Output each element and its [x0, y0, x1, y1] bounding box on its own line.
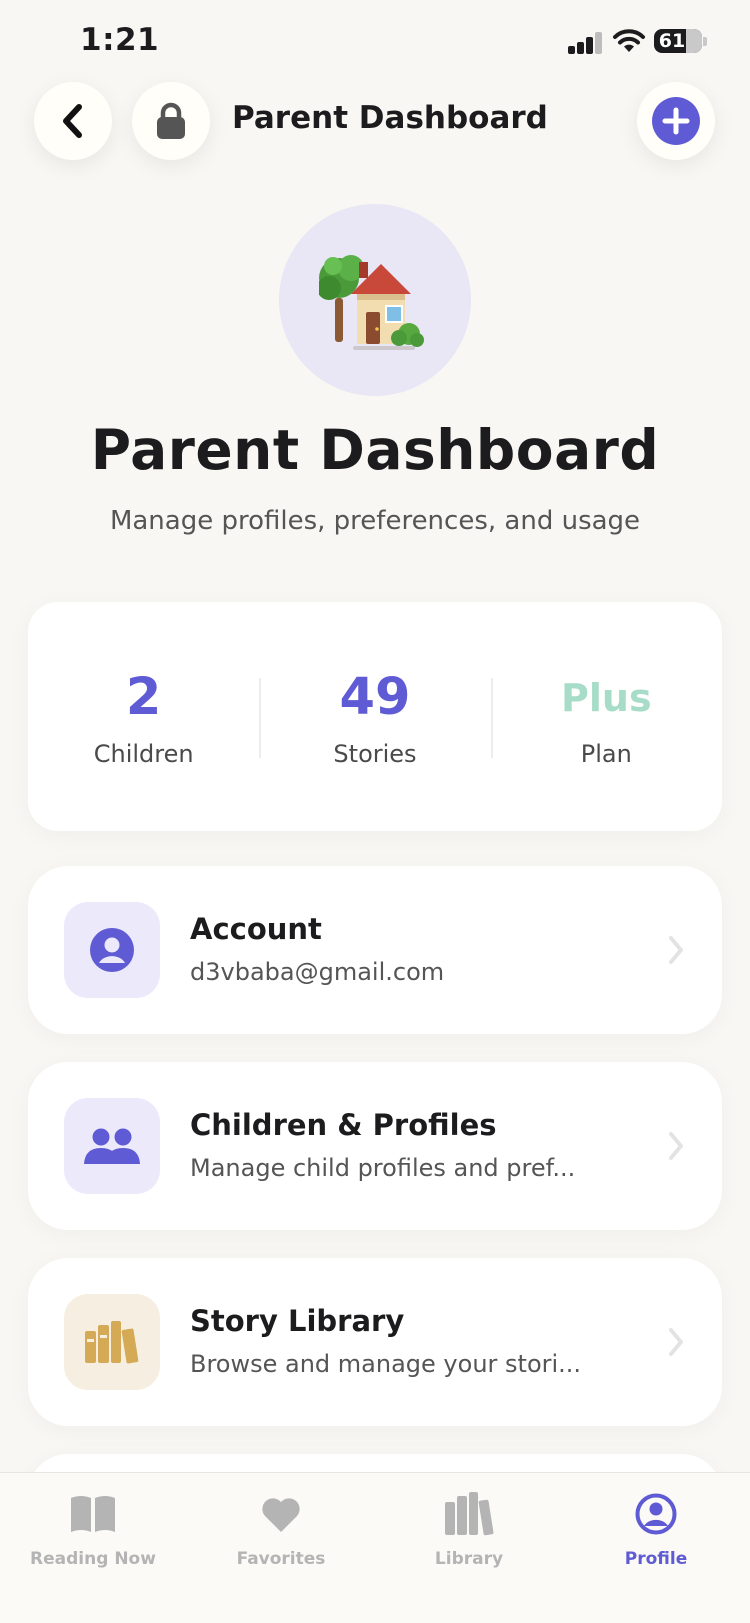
chevron-right-icon	[669, 1132, 683, 1160]
stat-value: 2	[125, 668, 162, 727]
stat-plan: Plus Plan	[490, 602, 722, 831]
page-subtitle: Manage profiles, preferences, and usage	[109, 506, 641, 536]
menu-subtitle: d3vbaba@gmail.com	[190, 958, 445, 986]
books-icon	[85, 1321, 139, 1364]
tab-favorites[interactable]: Favorites	[196, 1491, 366, 1569]
tab-label: Favorites	[236, 1549, 326, 1569]
tab-label: Profile	[624, 1549, 688, 1569]
books-icon	[445, 1492, 494, 1536]
chevron-right-icon	[669, 1328, 683, 1356]
stat-value: 49	[339, 668, 411, 727]
status-time: 1:21	[80, 22, 160, 58]
menu-subtitle: Manage child profiles and pref...	[190, 1154, 576, 1182]
story-library-card[interactable]: Story Library Browse and manage your sto…	[28, 1258, 722, 1426]
chevron-left-icon	[63, 104, 82, 138]
status-bar: 1:21 61	[0, 0, 750, 86]
library-icon-tile	[64, 1294, 160, 1390]
menu-title: Account	[190, 912, 322, 946]
battery-level: 61	[658, 30, 686, 52]
account-card[interactable]: Account d3vbaba@gmail.com	[28, 866, 722, 1034]
account-icon-tile	[64, 902, 160, 998]
add-button[interactable]	[637, 82, 715, 160]
heart-icon	[262, 1498, 300, 1532]
back-button[interactable]	[34, 82, 112, 160]
tab-profile[interactable]: Profile	[571, 1491, 741, 1569]
lock-icon	[157, 102, 185, 139]
chevron-right-icon	[669, 936, 683, 964]
person-icon	[90, 928, 134, 972]
profile-icon	[635, 1493, 677, 1535]
wifi-icon	[613, 29, 645, 52]
tab-reading-now[interactable]: Reading Now	[8, 1491, 178, 1569]
menu-title: Children & Profiles	[190, 1108, 497, 1142]
people-icon	[84, 1128, 140, 1164]
stat-label: Children	[93, 740, 194, 768]
stats-card: 2 Children 49 Stories Plus Plan	[28, 602, 722, 831]
menu-subtitle: Browse and manage your stori...	[190, 1350, 582, 1378]
battery-icon: 61	[654, 29, 702, 53]
lock-button[interactable]	[132, 82, 210, 160]
tab-label: Library	[434, 1549, 504, 1569]
signal-icon	[568, 32, 604, 54]
stat-value: Plus	[561, 676, 652, 720]
stat-stories: 49 Stories	[259, 602, 490, 831]
nav-title: Parent Dashboard	[232, 100, 548, 136]
tab-bar: Reading Now Favorites Library Profile	[0, 1472, 750, 1623]
stat-children: 2 Children	[28, 602, 259, 831]
page-title: Parent Dashboard	[90, 418, 660, 482]
book-icon	[71, 1496, 115, 1532]
stat-label: Plan	[580, 740, 632, 768]
hero-avatar	[279, 204, 471, 396]
children-icon-tile	[64, 1098, 160, 1194]
children-profiles-card[interactable]: Children & Profiles Manage child profile…	[28, 1062, 722, 1230]
screen: 1:21 61 Parent Dashboard Parent Dashboar…	[0, 0, 750, 1623]
tab-library[interactable]: Library	[384, 1491, 554, 1569]
stat-label: Stories	[333, 740, 417, 768]
plus-circle-icon	[652, 97, 700, 145]
menu-title: Story Library	[190, 1304, 405, 1338]
tab-label: Reading Now	[30, 1549, 156, 1569]
house-with-tree-icon	[319, 255, 424, 350]
